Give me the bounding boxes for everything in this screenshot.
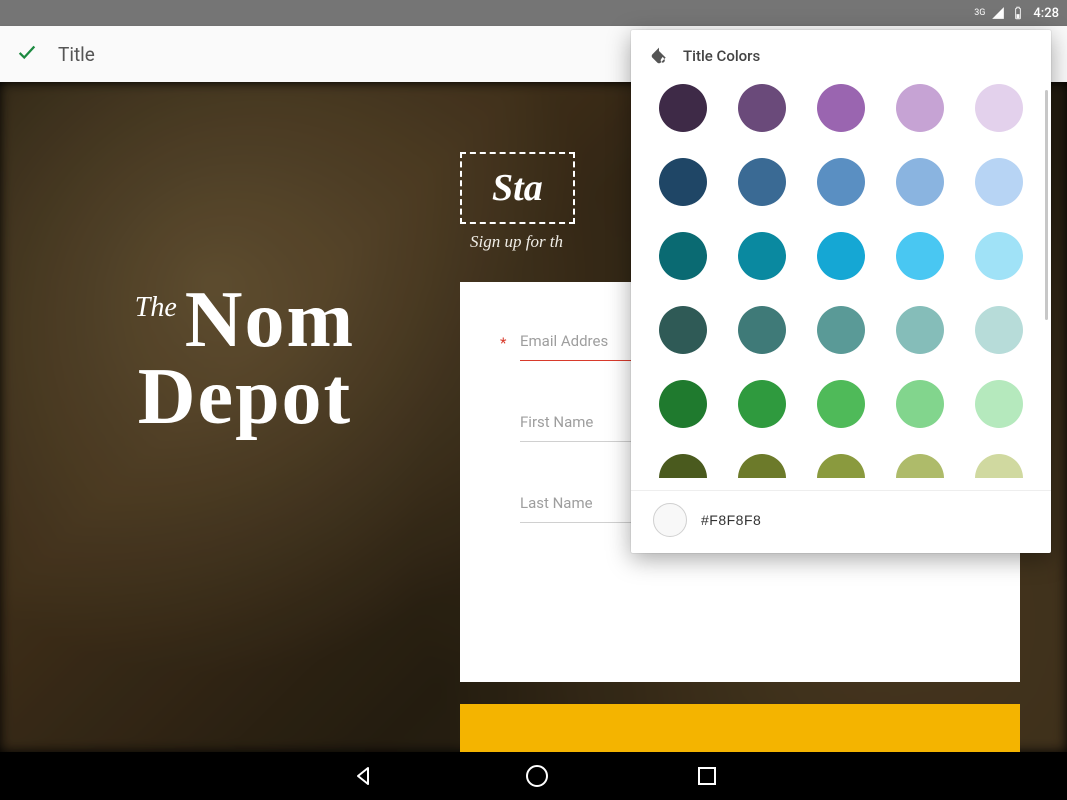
color-swatch[interactable] <box>896 232 944 280</box>
panel-title: Title Colors <box>683 47 760 65</box>
brand-word-2: Depot <box>80 352 410 443</box>
swatch-grid <box>657 84 1025 478</box>
signal-icon <box>991 6 1005 20</box>
color-swatch[interactable] <box>817 454 865 478</box>
color-swatch[interactable] <box>659 380 707 428</box>
color-swatch[interactable] <box>975 380 1023 428</box>
network-indicator-text: 3G <box>974 8 985 18</box>
color-swatch[interactable] <box>975 84 1023 132</box>
hex-input-row <box>631 490 1051 547</box>
required-asterisk: * <box>500 334 506 352</box>
color-swatch[interactable] <box>896 84 944 132</box>
hex-input[interactable] <box>701 512 882 528</box>
color-swatch[interactable] <box>659 232 707 280</box>
submit-button[interactable] <box>460 704 1020 752</box>
confirm-button[interactable] <box>16 41 38 67</box>
color-swatch[interactable] <box>659 84 707 132</box>
color-swatch[interactable] <box>975 158 1023 206</box>
hero-subtext[interactable]: Sign up for th <box>470 232 563 252</box>
color-swatch[interactable] <box>738 380 786 428</box>
color-swatch[interactable] <box>738 454 786 478</box>
hero-headline-text: Sta <box>492 167 543 209</box>
color-swatch[interactable] <box>817 158 865 206</box>
brand-title-block[interactable]: TheNom Depot <box>80 282 410 443</box>
color-swatch[interactable] <box>738 306 786 354</box>
swatch-scroll-area[interactable] <box>631 78 1051 478</box>
color-swatch[interactable] <box>817 306 865 354</box>
panel-header: Title Colors <box>631 30 1051 78</box>
color-swatch[interactable] <box>659 454 707 478</box>
color-swatch[interactable] <box>817 84 865 132</box>
status-clock: 4:28 <box>1033 6 1059 21</box>
color-swatch[interactable] <box>659 306 707 354</box>
recents-button[interactable] <box>698 767 716 785</box>
brand-word-1: Nom <box>185 282 355 358</box>
brand-prefix: The <box>135 292 177 324</box>
scrollbar-thumb[interactable] <box>1045 90 1048 320</box>
color-swatch[interactable] <box>975 232 1023 280</box>
color-swatch[interactable] <box>896 380 944 428</box>
color-swatch[interactable] <box>896 306 944 354</box>
battery-icon <box>1011 6 1025 20</box>
paint-bucket-icon <box>649 46 669 66</box>
home-button[interactable] <box>526 765 548 787</box>
android-status-bar: 3G 4:28 <box>0 0 1067 26</box>
toolbar-title: Title <box>58 43 95 66</box>
color-swatch[interactable] <box>738 232 786 280</box>
android-nav-bar <box>0 752 1067 800</box>
color-swatch[interactable] <box>817 380 865 428</box>
color-swatch[interactable] <box>896 158 944 206</box>
color-swatch[interactable] <box>975 306 1023 354</box>
color-swatch[interactable] <box>817 232 865 280</box>
back-button[interactable] <box>352 764 376 788</box>
color-swatch[interactable] <box>738 158 786 206</box>
hero-headline-selection[interactable]: Sta <box>460 152 575 224</box>
color-swatch[interactable] <box>738 84 786 132</box>
hex-preview-swatch[interactable] <box>653 503 687 537</box>
title-colors-panel: Title Colors <box>631 30 1051 553</box>
color-swatch[interactable] <box>896 454 944 478</box>
check-icon <box>16 41 38 63</box>
color-swatch[interactable] <box>975 454 1023 478</box>
color-swatch[interactable] <box>659 158 707 206</box>
